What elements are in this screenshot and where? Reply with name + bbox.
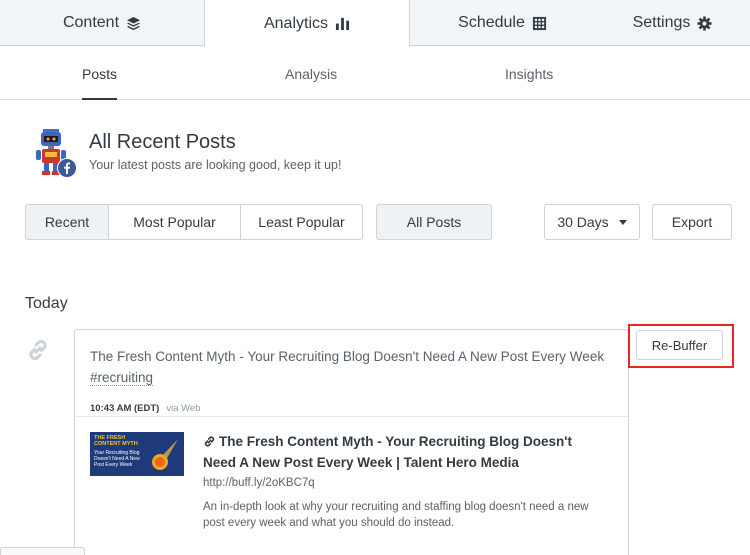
day-heading: Today [25, 295, 68, 312]
link-preview[interactable]: THE FRESH CONTENT MYTH Your Recruiting B… [75, 416, 628, 555]
caret-down-icon [618, 219, 627, 225]
gear-icon [697, 15, 712, 31]
post-meta: 10:43 AM (EDT) via Web [90, 403, 200, 414]
filter-most-popular-button[interactable]: Most Popular [108, 204, 241, 240]
post-card: The Fresh Content Myth - Your Recruiting… [74, 329, 629, 555]
tab-schedule[interactable]: Schedule [410, 0, 595, 46]
link-description: An in-depth look at why your recruiting … [203, 501, 589, 529]
tab-content[interactable]: Content [0, 0, 204, 46]
thumbnail-title: THE FRESH CONTENT MYTH [94, 435, 138, 447]
subtab-analysis[interactable]: Analysis [285, 47, 337, 100]
main-nav-tabs: Content Analytics Schedule Settings [0, 0, 750, 47]
profile-avatar[interactable] [26, 127, 77, 178]
bar-chart-icon [335, 17, 350, 31]
subtab-insights[interactable]: Insights [505, 47, 553, 100]
rebuffer-button[interactable]: Re-Buffer [636, 330, 723, 360]
link-title-text: The Fresh Content Myth - Your Recruiting… [203, 434, 572, 470]
date-range-label: 30 Days [557, 214, 609, 230]
link-title[interactable]: The Fresh Content Myth - Your Recruiting… [203, 431, 603, 473]
tab-schedule-label: Schedule [458, 14, 525, 31]
bottom-tab[interactable] [0, 547, 85, 555]
page-title: All Recent Posts [89, 131, 236, 153]
tab-content-label: Content [62, 14, 120, 31]
link-url[interactable]: http://buff.ly/2oKBC7q [203, 477, 315, 489]
date-range-dropdown[interactable]: 30 Days [544, 204, 640, 240]
layers-icon [126, 16, 141, 30]
link-icon [29, 339, 47, 361]
page-subtitle: Your latest posts are looking good, keep… [89, 158, 342, 172]
post-hashtag[interactable]: #recruiting [90, 370, 154, 386]
tab-analytics-label: Analytics [263, 14, 329, 32]
filter-least-popular-button[interactable]: Least Popular [240, 204, 363, 240]
post-time: 10:43 AM (EDT) [90, 403, 160, 414]
facebook-icon [57, 158, 77, 178]
post-body: The Fresh Content Myth - Your Recruiting… [90, 349, 605, 364]
post-text: The Fresh Content Myth - Your Recruiting… [90, 346, 620, 388]
comet-icon [152, 439, 178, 470]
tab-settings[interactable]: Settings [595, 0, 750, 46]
analytics-sub-tabs: Posts Analysis Insights [0, 47, 750, 100]
link-icon [204, 436, 215, 447]
filter-all-posts-button[interactable]: All Posts [376, 204, 492, 240]
export-button[interactable]: Export [652, 204, 732, 240]
calendar-grid-icon [532, 16, 546, 30]
post-via: via Web [166, 403, 201, 414]
tab-analytics[interactable]: Analytics [204, 0, 410, 47]
tab-settings-label: Settings [632, 14, 691, 31]
link-thumbnail[interactable]: THE FRESH CONTENT MYTH Your Recruiting B… [90, 432, 184, 476]
filter-recent-button[interactable]: Recent [25, 204, 109, 240]
thumbnail-subtitle: Your Recruiting Blog Doesn't Need A New … [94, 450, 140, 468]
subtab-posts[interactable]: Posts [82, 47, 118, 100]
